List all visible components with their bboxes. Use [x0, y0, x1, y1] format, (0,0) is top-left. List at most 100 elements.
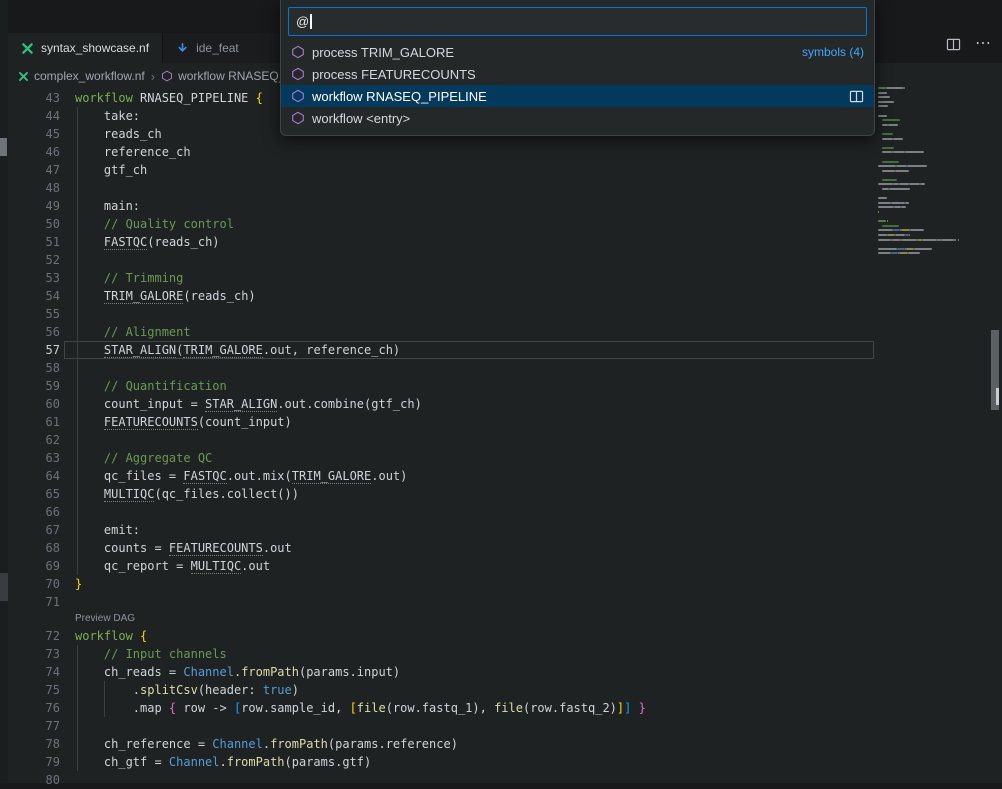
code-line[interactable]: 67 emit:	[8, 521, 874, 539]
code-line[interactable]: 57 STAR_ALIGN(TRIM_GALORE.out, reference…	[8, 341, 874, 359]
code-line[interactable]: 61 FEATURECOUNTS(count_input)	[8, 413, 874, 431]
activity-strip	[0, 0, 8, 783]
code-line[interactable]: 70}	[8, 575, 874, 593]
quick-open-item-rnaseq-pipeline[interactable]: workflow RNASEQ_PIPELINE	[281, 85, 874, 107]
code-line[interactable]: 75 .splitCsv(header: true)	[8, 681, 874, 699]
line-number[interactable]: 72	[8, 627, 60, 645]
code-line[interactable]: 79 ch_gtf = Channel.fromPath(params.gtf)	[8, 753, 874, 771]
code-line[interactable]: 63 // Aggregate QC	[8, 449, 874, 467]
line-number[interactable]: 69	[8, 557, 60, 575]
more-actions-icon[interactable]: ⋯	[975, 36, 992, 52]
open-to-side-icon[interactable]	[849, 90, 864, 103]
line-number[interactable]: 71	[8, 593, 60, 611]
line-number[interactable]: 49	[8, 197, 60, 215]
code-line[interactable]: 73 // Input channels	[8, 645, 874, 663]
line-number[interactable]: 63	[8, 449, 60, 467]
code-text: reference_ch	[75, 143, 191, 161]
line-number[interactable]: 79	[8, 753, 60, 771]
line-number[interactable]: 43	[8, 89, 60, 107]
code-line[interactable]: 56 // Alignment	[8, 323, 874, 341]
code-line[interactable]: 48	[8, 179, 874, 197]
code-text: FASTQC(reads_ch)	[75, 233, 220, 251]
code-line[interactable]: 52	[8, 251, 874, 269]
text-cursor	[310, 14, 312, 29]
codelens-preview-dag[interactable]: Preview DAG	[8, 611, 874, 627]
minimap[interactable]	[878, 87, 970, 783]
code-text: main:	[75, 197, 140, 215]
line-number[interactable]: 73	[8, 645, 60, 663]
item-label: workflow <entry>	[312, 111, 410, 126]
code-line[interactable]: 51 FASTQC(reads_ch)	[8, 233, 874, 251]
code-line[interactable]: 69 qc_report = MULTIQC.out	[8, 557, 874, 575]
indent-guide	[77, 107, 78, 575]
code-text: reads_ch	[75, 125, 162, 143]
code-line[interactable]: 50 // Quality control	[8, 215, 874, 233]
split-editor-icon[interactable]	[946, 38, 961, 51]
line-number[interactable]: 77	[8, 717, 60, 735]
code-line[interactable]: 74 ch_reads = Channel.fromPath(params.in…	[8, 663, 874, 681]
code-line[interactable]: 59 // Quantification	[8, 377, 874, 395]
breadcrumb-file[interactable]: complex_workflow.nf	[18, 69, 145, 83]
line-number[interactable]: 64	[8, 467, 60, 485]
code-line[interactable]: 65 MULTIQC(qc_files.collect())	[8, 485, 874, 503]
line-number[interactable]: 53	[8, 269, 60, 287]
line-number[interactable]: 57	[8, 341, 60, 359]
code-line[interactable]: 68 counts = FEATURECOUNTS.out	[8, 539, 874, 557]
code-line[interactable]: 46 reference_ch	[8, 143, 874, 161]
code-line[interactable]: 47 gtf_ch	[8, 161, 874, 179]
line-number[interactable]: 75	[8, 681, 60, 699]
line-number[interactable]: 60	[8, 395, 60, 413]
code-line[interactable]: 62	[8, 431, 874, 449]
line-number[interactable]: 44	[8, 107, 60, 125]
quick-open-input[interactable]: @	[288, 7, 867, 36]
code-area[interactable]: 43workflow RNASEQ_PIPELINE {44 take:45 r…	[8, 89, 874, 789]
quick-open-item-featurecounts[interactable]: process FEATURECOUNTS	[281, 63, 874, 85]
line-number[interactable]: 51	[8, 233, 60, 251]
code-line[interactable]: 49 main:	[8, 197, 874, 215]
code-text: take:	[75, 107, 140, 125]
quick-open-item-workflow-entry[interactable]: workflow <entry>	[281, 107, 874, 129]
code-text: MULTIQC(qc_files.collect())	[75, 485, 299, 503]
left-edge-marker	[0, 138, 7, 156]
line-number[interactable]: 56	[8, 323, 60, 341]
line-number[interactable]: 55	[8, 305, 60, 323]
code-line[interactable]: 72workflow {	[8, 627, 874, 645]
code-text: gtf_ch	[75, 161, 147, 179]
line-number[interactable]: 65	[8, 485, 60, 503]
line-number[interactable]: 76	[8, 699, 60, 717]
quick-open-item-trim-galore[interactable]: process TRIM_GALORE symbols (4)	[281, 41, 874, 63]
line-number[interactable]: 48	[8, 179, 60, 197]
code-line[interactable]: 60 count_input = STAR_ALIGN.out.combine(…	[8, 395, 874, 413]
line-number[interactable]: 59	[8, 377, 60, 395]
line-number[interactable]: 74	[8, 663, 60, 681]
code-line[interactable]: 53 // Trimming	[8, 269, 874, 287]
code-line[interactable]: 71	[8, 593, 874, 611]
code-line[interactable]: 78 ch_reference = Channel.fromPath(param…	[8, 735, 874, 753]
code-line[interactable]: 76 .map { row -> [row.sample_id, [file(r…	[8, 699, 874, 717]
line-number[interactable]: 47	[8, 161, 60, 179]
line-number[interactable]: 80	[8, 771, 60, 789]
line-number[interactable]: 50	[8, 215, 60, 233]
code-line[interactable]: 77	[8, 717, 874, 735]
line-number[interactable]: 54	[8, 287, 60, 305]
line-number[interactable]: 68	[8, 539, 60, 557]
line-number[interactable]: 45	[8, 125, 60, 143]
line-number[interactable]: 62	[8, 431, 60, 449]
line-number[interactable]: 52	[8, 251, 60, 269]
item-label: workflow RNASEQ_PIPELINE	[312, 89, 487, 104]
code-line[interactable]: 54 TRIM_GALORE(reads_ch)	[8, 287, 874, 305]
line-number[interactable]: 70	[8, 575, 60, 593]
code-line[interactable]: 80	[8, 771, 874, 789]
line-number[interactable]: 66	[8, 503, 60, 521]
line-number[interactable]: 67	[8, 521, 60, 539]
line-number[interactable]: 58	[8, 359, 60, 377]
nextflow-icon	[18, 71, 29, 82]
tab-syntax-showcase[interactable]: syntax_showcase.nf	[8, 33, 163, 63]
code-line[interactable]: 55	[8, 305, 874, 323]
line-number[interactable]: 46	[8, 143, 60, 161]
code-line[interactable]: 66	[8, 503, 874, 521]
line-number[interactable]: 78	[8, 735, 60, 753]
code-line[interactable]: 58	[8, 359, 874, 377]
code-line[interactable]: 64 qc_files = FASTQC.out.mix(TRIM_GALORE…	[8, 467, 874, 485]
line-number[interactable]: 61	[8, 413, 60, 431]
